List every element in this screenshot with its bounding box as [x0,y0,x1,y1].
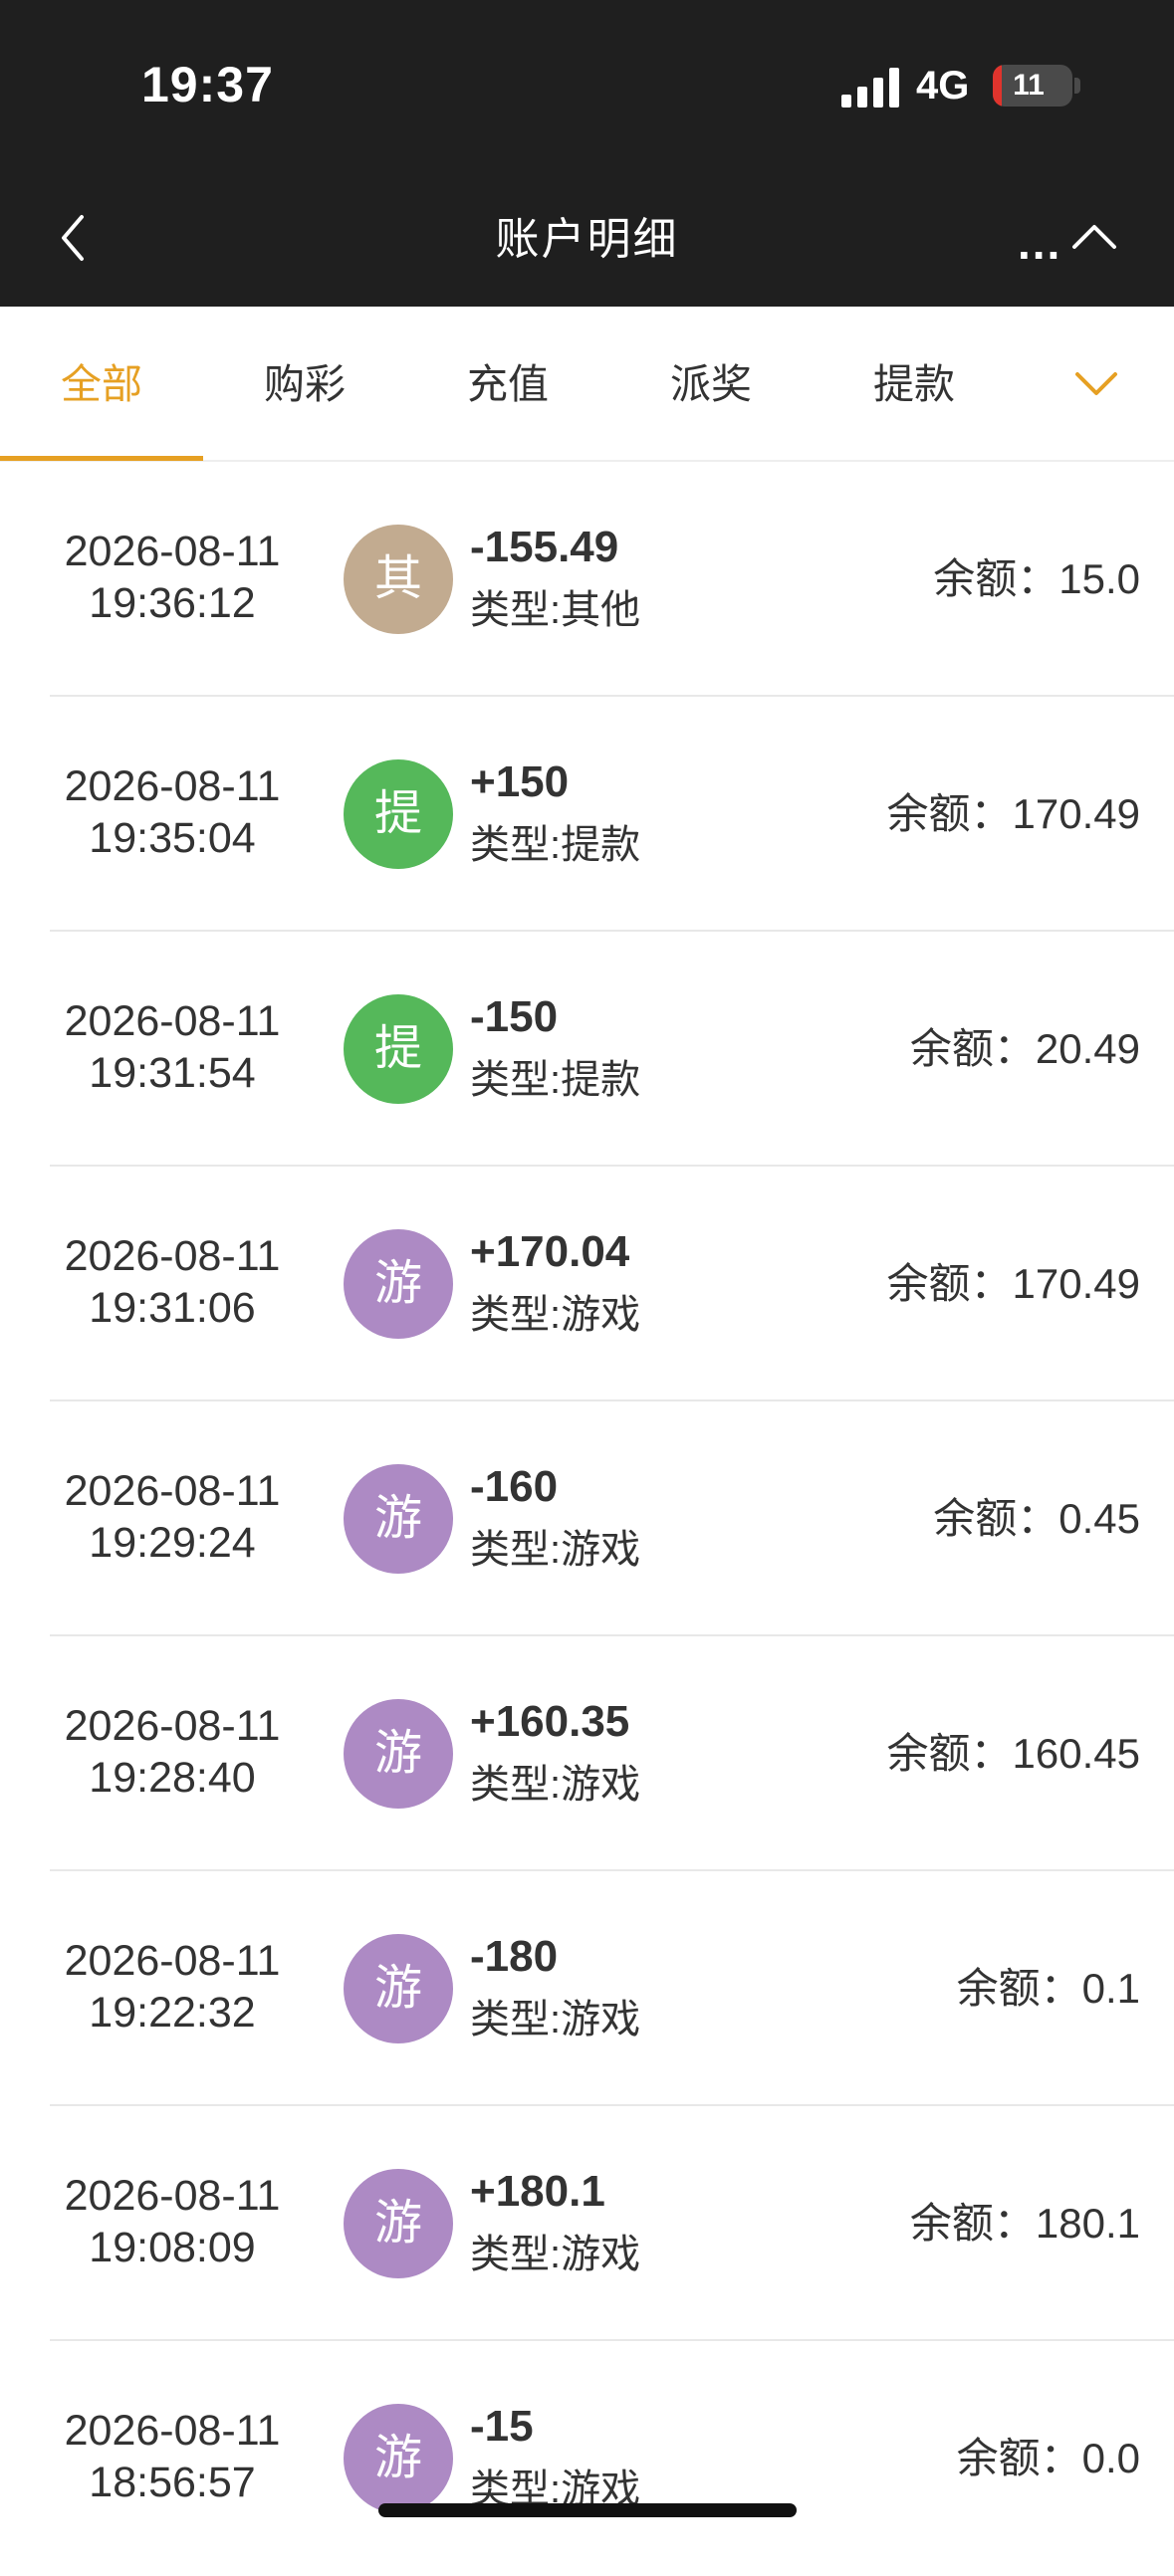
type-badge: 提 [344,994,453,1104]
battery-tip [1074,78,1080,94]
type-badge: 游 [344,1699,453,1809]
transaction-datetime: 2026-08-11 19:08:09 [0,2170,345,2273]
transaction-time: 18:56:57 [89,2459,256,2506]
transaction-balance: 余额：170.49 [886,790,1140,837]
transaction-balance: 余额：170.49 [886,1260,1140,1307]
type-badge: 游 [344,2404,453,2513]
transaction-balance: 余额：0.0 [956,2435,1140,2481]
more-options-icon[interactable]: ... [1018,220,1061,266]
transaction-time: 19:35:04 [89,814,256,862]
transaction-amount: -150 [470,992,559,1041]
transaction-list: 2026-08-11 19:36:12 其 -155.49 类型:其他 余额：1… [0,462,1174,2576]
transaction-type: 类型:其他 [470,588,641,632]
transaction-time: 19:29:24 [89,1519,256,1567]
transaction-type: 类型:游戏 [470,2233,641,2276]
transaction-time: 19:08:09 [89,2224,256,2271]
tab-all[interactable]: 全部 [0,307,203,462]
transaction-time: 19:22:32 [89,1989,256,2037]
transaction-datetime: 2026-08-11 18:56:57 [0,2405,345,2508]
transaction-datetime: 2026-08-11 19:29:24 [0,1465,345,1569]
transaction-amount: -15 [470,2402,534,2451]
transaction-datetime: 2026-08-11 19:28:40 [0,1700,345,1804]
tab-purchase[interactable]: 购彩 [203,307,406,462]
transaction-datetime: 2026-08-11 19:31:54 [0,995,345,1099]
battery-icon: 11 [993,65,1072,107]
transaction-balance: 余额：160.45 [886,1730,1140,1777]
transaction-type: 类型:提款 [470,823,641,867]
transaction-row[interactable]: 2026-08-11 19:28:40 游 +160.35 类型:游戏 余额：1… [0,1636,1174,1871]
transaction-date: 2026-08-11 [64,1232,281,1280]
transaction-balance: 余额：180.1 [909,2200,1140,2247]
filter-tabs: 全部 购彩 充值 派奖 提款 [0,307,1174,462]
transaction-datetime: 2026-08-11 19:35:04 [0,760,345,864]
transaction-time: 19:28:40 [89,1754,256,1802]
chevron-up-icon[interactable] [1068,211,1120,263]
transaction-amount: +160.35 [470,1697,630,1746]
transaction-amount: -180 [470,1932,559,1981]
type-badge: 其 [344,525,453,634]
battery-percentage: 11 [1013,69,1045,102]
transaction-type: 类型:游戏 [470,1998,641,2041]
transaction-amount: +150 [470,757,570,806]
transaction-balance: 余额：15.0 [933,555,1140,602]
transaction-row[interactable]: 2026-08-11 19:31:54 提 -150 类型:提款 余额：20.4… [0,932,1174,1167]
transaction-date: 2026-08-11 [64,2172,281,2220]
transaction-row[interactable]: 2026-08-11 19:08:09 游 +180.1 类型:游戏 余额：18… [0,2106,1174,2341]
transaction-date: 2026-08-11 [64,2407,281,2455]
transaction-time: 19:31:54 [89,1049,256,1097]
tab-recharge[interactable]: 充值 [406,307,609,462]
transaction-type: 类型:游戏 [470,1293,641,1337]
transaction-time: 19:36:12 [89,579,256,627]
transaction-type: 类型:游戏 [470,1528,641,1572]
type-badge: 游 [344,1934,453,2043]
transaction-amount: +180.1 [470,2167,605,2216]
transaction-row[interactable]: 2026-08-11 19:35:04 提 +150 类型:提款 余额：170.… [0,697,1174,932]
home-indicator[interactable] [378,2503,797,2517]
transaction-date: 2026-08-11 [64,1937,281,1985]
transaction-datetime: 2026-08-11 19:31:06 [0,1230,345,1334]
type-badge: 游 [344,2169,453,2278]
active-tab-indicator [0,456,203,461]
status-bar: 19:37 4G 11 [0,0,1174,169]
transaction-row[interactable]: 2026-08-11 19:22:32 游 -180 类型:游戏 余额：0.1 [0,1871,1174,2106]
transaction-row[interactable]: 2026-08-11 19:31:06 游 +170.04 类型:游戏 余额：1… [0,1167,1174,1401]
transaction-datetime: 2026-08-11 19:22:32 [0,1935,345,2039]
transaction-balance: 余额：20.49 [909,1025,1140,1072]
navigation-bar: 账户明细 ... [0,169,1174,307]
status-time: 19:37 [141,57,274,112]
transaction-time: 19:31:06 [89,1284,256,1332]
chevron-down-icon[interactable] [1073,366,1119,402]
transaction-date: 2026-08-11 [64,1702,281,1750]
type-badge: 游 [344,1464,453,1574]
transaction-type: 类型:提款 [470,1058,641,1102]
transaction-datetime: 2026-08-11 19:36:12 [0,526,345,629]
cellular-signal-icon [841,68,899,107]
transaction-row[interactable]: 2026-08-11 19:29:24 游 -160 类型:游戏 余额：0.45 [0,1401,1174,1636]
transaction-date: 2026-08-11 [64,762,281,810]
page-title: 账户明细 [495,215,679,264]
type-badge: 游 [344,1229,453,1339]
transaction-amount: -155.49 [470,523,619,571]
network-type-label: 4G [916,64,970,107]
transaction-amount: -160 [470,1462,559,1511]
transaction-balance: 余额：0.1 [956,1965,1140,2012]
transaction-row[interactable]: 2026-08-11 19:36:12 其 -155.49 类型:其他 余额：1… [0,462,1174,697]
tab-payout[interactable]: 派奖 [609,307,813,462]
transaction-row[interactable]: 2026-08-11 18:56:57 游 -15 类型:游戏 余额：0.0 [0,2341,1174,2576]
transaction-date: 2026-08-11 [64,528,281,575]
transaction-date: 2026-08-11 [64,1467,281,1515]
transaction-balance: 余额：0.45 [933,1495,1140,1542]
transaction-amount: +170.04 [470,1227,630,1276]
transaction-date: 2026-08-11 [64,997,281,1045]
tab-withdraw[interactable]: 提款 [813,307,1016,462]
type-badge: 提 [344,759,453,869]
transaction-type: 类型:游戏 [470,1763,641,1807]
